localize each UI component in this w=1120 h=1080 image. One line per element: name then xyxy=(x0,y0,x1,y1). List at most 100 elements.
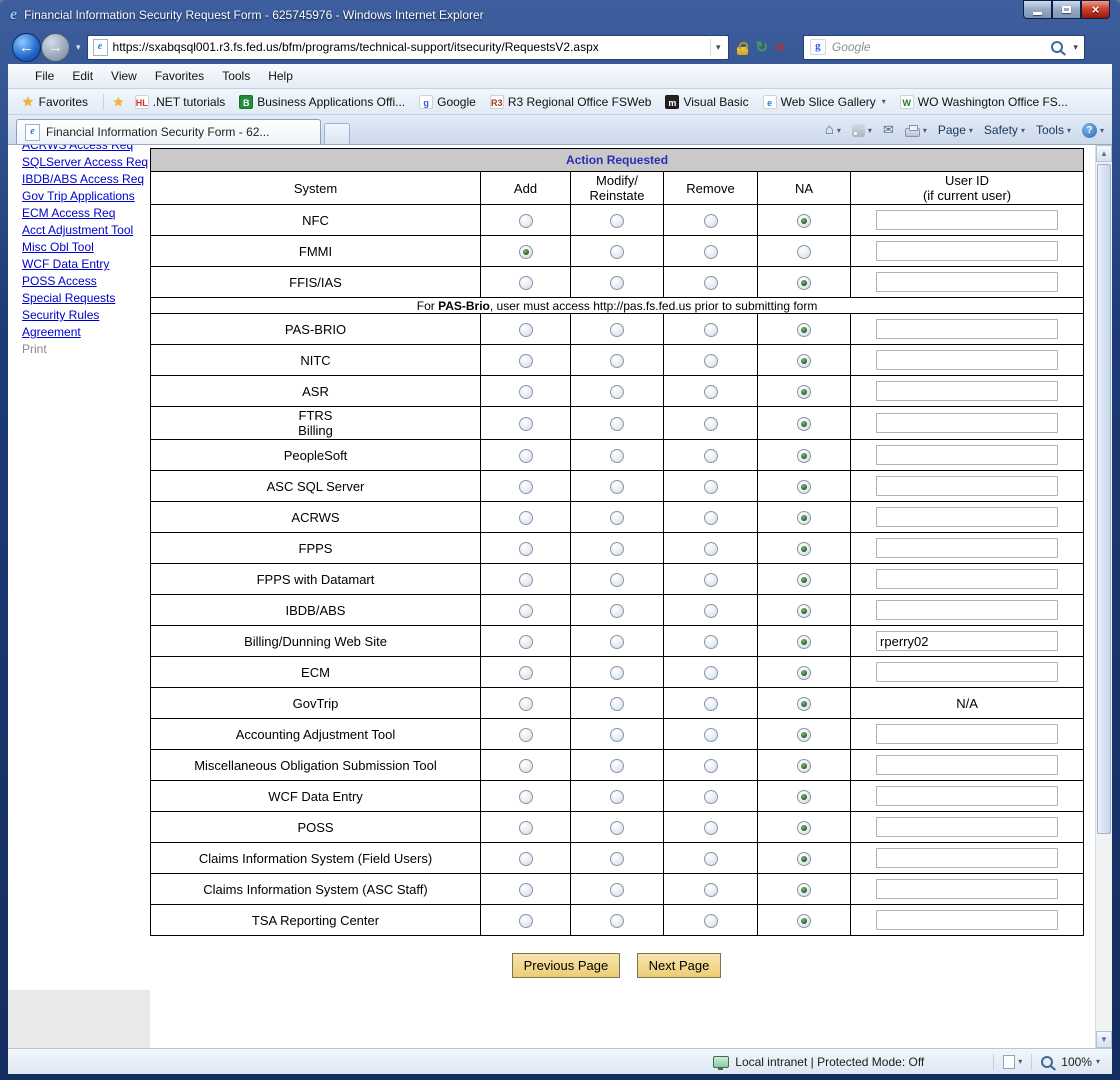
radio-modify[interactable] xyxy=(610,852,624,866)
back-button[interactable]: ← xyxy=(12,33,41,62)
sidebar-link-misc-obl-tool[interactable]: Misc Obl Tool xyxy=(22,241,150,254)
search-input[interactable]: Google xyxy=(832,40,1045,54)
user-id-input[interactable] xyxy=(876,817,1058,837)
radio-remove[interactable] xyxy=(704,852,718,866)
radio-add[interactable] xyxy=(519,480,533,494)
user-id-input[interactable] xyxy=(876,755,1058,775)
sidebar-link-ibdb-abs-access-req[interactable]: IBDB/ABS Access Req xyxy=(22,173,150,186)
radio-add[interactable] xyxy=(519,276,533,290)
change-zoom-button[interactable]: ▾ xyxy=(1003,1055,1022,1069)
radio-add[interactable] xyxy=(519,883,533,897)
radio-modify[interactable] xyxy=(610,449,624,463)
user-id-input[interactable] xyxy=(876,600,1058,620)
radio-na[interactable] xyxy=(797,511,811,525)
radio-add[interactable] xyxy=(519,323,533,337)
radio-na[interactable] xyxy=(797,245,811,259)
radio-add[interactable] xyxy=(519,697,533,711)
radio-modify[interactable] xyxy=(610,914,624,928)
user-id-input[interactable] xyxy=(876,319,1058,339)
radio-na[interactable] xyxy=(797,214,811,228)
stop-button[interactable]: × xyxy=(774,39,787,56)
user-id-input[interactable] xyxy=(876,507,1058,527)
user-id-input[interactable] xyxy=(876,445,1058,465)
sidebar-link-special-requests[interactable]: Special Requests xyxy=(22,292,150,305)
user-id-input[interactable] xyxy=(876,910,1058,930)
radio-add[interactable] xyxy=(519,214,533,228)
sidebar-link-agreement[interactable]: Agreement xyxy=(22,326,150,339)
menu-item-edit[interactable]: Edit xyxy=(63,66,102,86)
sidebar-link-gov-trip-applications[interactable]: Gov Trip Applications xyxy=(22,190,150,203)
radio-modify[interactable] xyxy=(610,883,624,897)
page-menu-button[interactable]: Page▾ xyxy=(938,123,973,137)
sidebar-link-security-rules[interactable]: Security Rules xyxy=(22,309,150,322)
radio-na[interactable] xyxy=(797,790,811,804)
radio-remove[interactable] xyxy=(704,666,718,680)
radio-modify[interactable] xyxy=(610,697,624,711)
radio-modify[interactable] xyxy=(610,759,624,773)
radio-remove[interactable] xyxy=(704,883,718,897)
radio-add[interactable] xyxy=(519,417,533,431)
radio-modify[interactable] xyxy=(610,635,624,649)
scroll-down-button[interactable]: ▼ xyxy=(1096,1031,1112,1048)
radio-modify[interactable] xyxy=(610,790,624,804)
read-mail-button[interactable]: ✉ xyxy=(883,122,894,138)
refresh-button[interactable]: ↻ xyxy=(754,38,771,56)
radio-modify[interactable] xyxy=(610,573,624,587)
radio-modify[interactable] xyxy=(610,728,624,742)
radio-add[interactable] xyxy=(519,790,533,804)
radio-na[interactable] xyxy=(797,728,811,742)
maximize-button[interactable] xyxy=(1052,0,1081,19)
radio-remove[interactable] xyxy=(704,759,718,773)
recent-pages-dropdown[interactable]: ▾ xyxy=(74,42,83,53)
radio-remove[interactable] xyxy=(704,417,718,431)
add-to-favorites-bar-button[interactable]: ★ xyxy=(109,95,128,109)
sidebar-link-wcf-data-entry[interactable]: WCF Data Entry xyxy=(22,258,150,271)
zoom-control[interactable]: 100% ▾ xyxy=(1041,1055,1100,1069)
radio-add[interactable] xyxy=(519,759,533,773)
radio-add[interactable] xyxy=(519,385,533,399)
tab-financial-security-form[interactable]: e Financial Information Security Form - … xyxy=(16,119,321,144)
favorites-button[interactable]: ★ Favorites xyxy=(18,92,98,112)
scroll-up-button[interactable]: ▲ xyxy=(1096,145,1112,162)
radio-remove[interactable] xyxy=(704,604,718,618)
sidebar-link-acrws-access-req[interactable]: ACRWS Access Req xyxy=(22,145,150,152)
radio-remove[interactable] xyxy=(704,635,718,649)
new-tab-button[interactable] xyxy=(324,123,350,144)
user-id-input[interactable] xyxy=(876,272,1058,292)
radio-add[interactable] xyxy=(519,542,533,556)
radio-na[interactable] xyxy=(797,914,811,928)
radio-remove[interactable] xyxy=(704,790,718,804)
radio-add[interactable] xyxy=(519,245,533,259)
radio-remove[interactable] xyxy=(704,385,718,399)
radio-add[interactable] xyxy=(519,573,533,587)
favorite-business-applications-offi[interactable]: BBusiness Applications Offi... xyxy=(232,93,412,111)
sidebar-link-poss-access[interactable]: POSS Access xyxy=(22,275,150,288)
radio-na[interactable] xyxy=(797,759,811,773)
minimize-button[interactable] xyxy=(1023,0,1052,19)
radio-na[interactable] xyxy=(797,354,811,368)
radio-modify[interactable] xyxy=(610,604,624,618)
sidebar-link-ecm-access-req[interactable]: ECM Access Req xyxy=(22,207,150,220)
menu-item-tools[interactable]: Tools xyxy=(213,66,259,86)
vertical-scrollbar[interactable]: ▲ ▼ xyxy=(1095,145,1112,1048)
user-id-input[interactable] xyxy=(876,538,1058,558)
user-id-input[interactable] xyxy=(876,631,1058,651)
favorite-google[interactable]: gGoogle xyxy=(412,93,483,111)
radio-add[interactable] xyxy=(519,852,533,866)
radio-na[interactable] xyxy=(797,480,811,494)
radio-add[interactable] xyxy=(519,666,533,680)
address-dropdown[interactable]: ▾ xyxy=(710,39,723,56)
radio-na[interactable] xyxy=(797,697,811,711)
radio-modify[interactable] xyxy=(610,417,624,431)
sidebar-link-acct-adjustment-tool[interactable]: Acct Adjustment Tool xyxy=(22,224,150,237)
search-magnifier-icon[interactable] xyxy=(1051,41,1063,53)
user-id-input[interactable] xyxy=(876,381,1058,401)
radio-modify[interactable] xyxy=(610,385,624,399)
radio-add[interactable] xyxy=(519,821,533,835)
radio-remove[interactable] xyxy=(704,697,718,711)
radio-modify[interactable] xyxy=(610,354,624,368)
radio-na[interactable] xyxy=(797,542,811,556)
menu-item-favorites[interactable]: Favorites xyxy=(146,66,213,86)
radio-na[interactable] xyxy=(797,635,811,649)
previous-page-button[interactable]: Previous Page xyxy=(512,953,621,978)
